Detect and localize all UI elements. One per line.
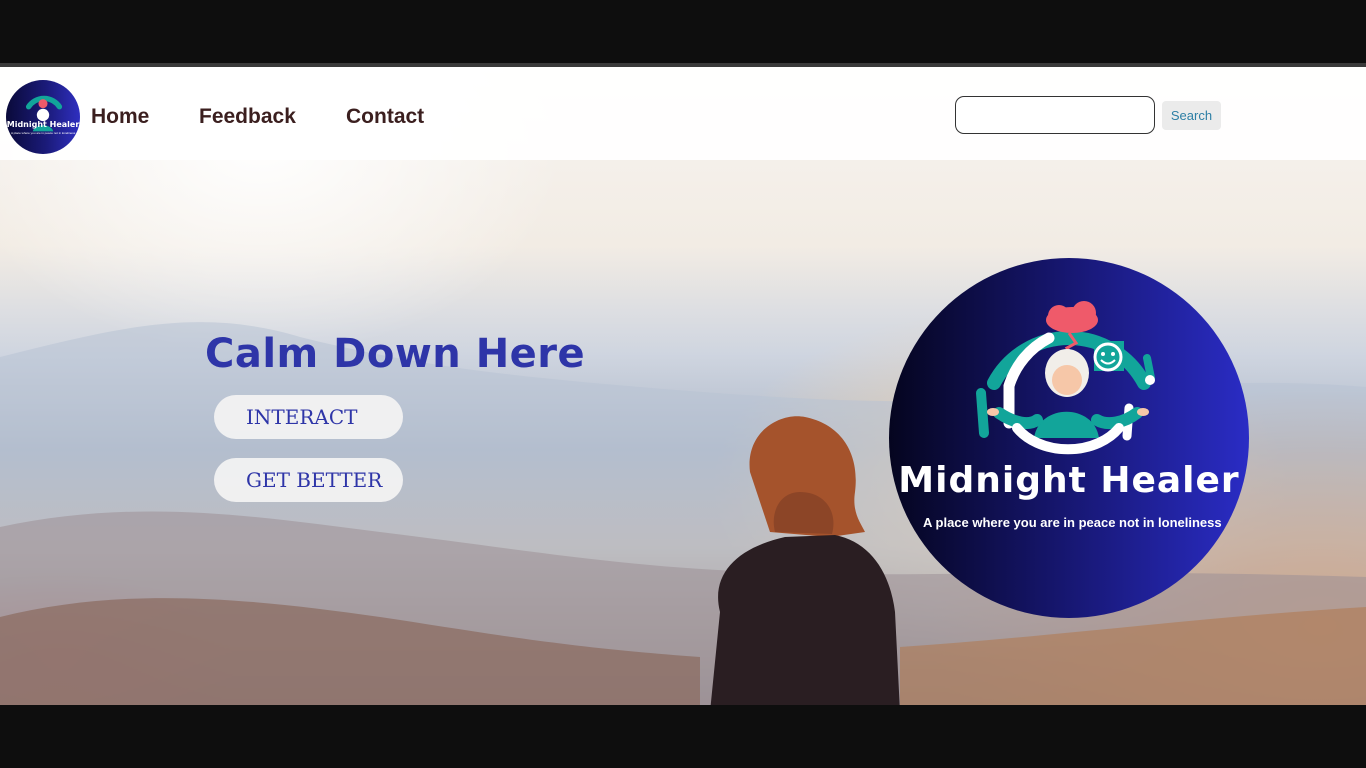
- navbar: Midnight Healer A place where you are in…: [0, 67, 1366, 160]
- logo-title: Midnight Healer: [6, 120, 80, 129]
- healer-figure-icon: [976, 301, 1155, 455]
- logo-tagline: A place where you are in peace not in lo…: [923, 515, 1222, 530]
- nav-contact-link[interactable]: Contact: [346, 105, 424, 129]
- hero-title: Calm Down Here: [205, 331, 586, 377]
- healer-figure-icon: [25, 95, 63, 132]
- page-viewport: Midnight Healer A place where you are in…: [0, 63, 1366, 705]
- logo-tagline: A place where you are in peace not in lo…: [11, 131, 76, 135]
- top-letterbox: [0, 0, 1366, 63]
- site-logo[interactable]: Midnight Healer A place where you are in…: [6, 80, 80, 154]
- logo-title: Midnight Healer: [898, 460, 1240, 501]
- nav-feedback-link[interactable]: Feedback: [199, 105, 296, 129]
- woman-silhouette: [710, 416, 900, 705]
- interact-button[interactable]: INTERACT: [214, 395, 403, 439]
- get-better-button[interactable]: GET BETTER: [214, 458, 403, 502]
- bottom-letterbox: [0, 705, 1366, 768]
- hero-logo: Midnight Healer A place where you are in…: [889, 258, 1249, 618]
- search-input[interactable]: [955, 96, 1155, 134]
- nav-home-link[interactable]: Home: [91, 105, 149, 129]
- search-button[interactable]: Search: [1162, 101, 1221, 130]
